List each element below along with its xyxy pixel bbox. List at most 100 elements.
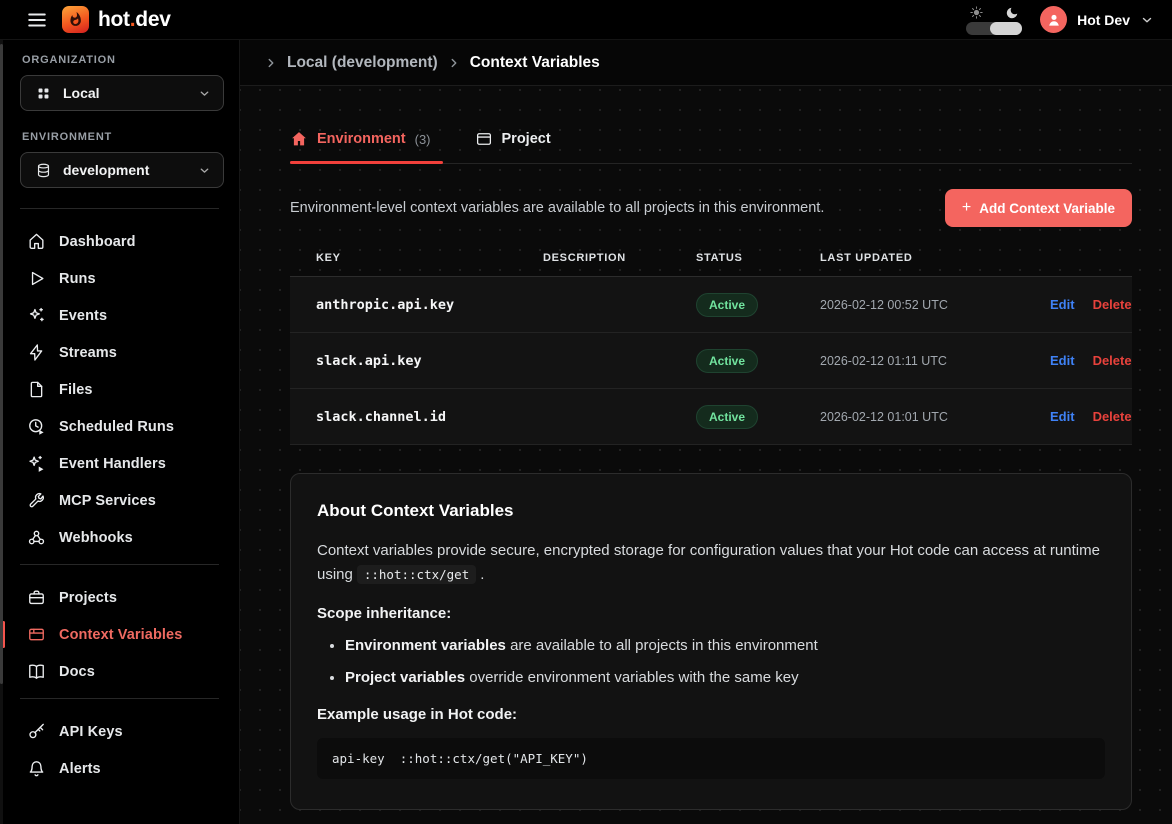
code-block: api-key ::hot::ctx/get("API_KEY") [317,738,1105,779]
sidebar-item-streams[interactable]: Streams [0,334,239,371]
sidebar-item-api-keys[interactable]: API Keys [0,713,239,750]
window-icon [475,130,493,148]
plus-icon: + [962,199,971,217]
variable-key: slack.channel.id [316,409,543,425]
sidebar-item-context-variables[interactable]: Context Variables [0,616,239,653]
last-updated: 2026-02-12 01:01 UTC [820,410,1050,424]
play-icon [27,269,46,288]
sidebar-item-label: MCP Services [59,493,156,509]
sidebar: ORGANIZATION Local ENVIRONMENT developme… [0,40,240,824]
divider [20,208,219,209]
sidebar-item-webhooks[interactable]: Webhooks [0,519,239,556]
organization-select[interactable]: Local [20,75,224,111]
status-badge: Active [696,293,758,317]
scrollbar-thumb[interactable] [0,44,3,684]
brand-name: hot.dev [98,8,171,32]
tab-bar: Environment (3) Project [290,130,1132,164]
inline-code: ::hot::ctx/get [357,565,476,584]
sidebar-item-label: Event Handlers [59,456,166,472]
divider [20,564,219,565]
theme-toggle-thumb[interactable] [990,22,1022,35]
environment-select[interactable]: development [20,152,224,188]
add-context-variable-button[interactable]: + Add Context Variable [945,189,1132,227]
divider [20,698,219,699]
theme-toggle-track[interactable] [966,22,1022,35]
sidebar-item-label: Streams [59,345,117,361]
sidebar-item-alerts[interactable]: Alerts [0,750,239,787]
database-icon [35,162,52,179]
sidebar-item-label: Context Variables [59,627,182,643]
book-icon [27,662,46,681]
about-title: About Context Variables [317,501,1105,521]
sparkles-icon [27,306,46,325]
page-description: Environment-level context variables are … [290,200,824,216]
sidebar-item-events[interactable]: Events [0,297,239,334]
tab-project[interactable]: Project [475,130,551,163]
scope-list: Environment variables are available to a… [345,634,1105,690]
breadcrumb-parent[interactable]: Local (development) [287,54,438,72]
sidebar-item-scheduled-runs[interactable]: Scheduled Runs [0,408,239,445]
sidebar-item-label: Files [59,382,93,398]
sidebar-item-label: Events [59,308,107,324]
scope-inheritance-heading: Scope inheritance: [317,605,1105,622]
key-icon [27,722,46,741]
grid-icon [35,85,52,102]
edit-link[interactable]: Edit [1050,353,1075,368]
sparkles-play-icon [27,454,46,473]
webhook-icon [27,528,46,547]
sidebar-item-projects[interactable]: Projects [0,579,239,616]
brand-logo[interactable]: hot.dev [62,6,171,33]
scrollbar[interactable] [0,40,3,824]
edit-link[interactable]: Edit [1050,297,1075,312]
sidebar-item-label: API Keys [59,724,123,740]
bell-icon [27,759,46,778]
column-header-description: DESCRIPTION [543,252,696,264]
column-header-status: STATUS [696,252,820,264]
chevron-right-icon [447,56,461,70]
sidebar-item-mcp-services[interactable]: MCP Services [0,482,239,519]
clock-play-icon [27,417,46,436]
table-row: anthropic.api.key Active 2026-02-12 00:5… [290,277,1132,333]
hamburger-menu-icon[interactable] [26,9,48,31]
file-icon [27,380,46,399]
about-intro: Context variables provide secure, encryp… [317,539,1105,588]
sidebar-item-label: Runs [59,271,96,287]
list-item: Environment variables are available to a… [345,634,1105,657]
moon-icon [1005,6,1019,20]
sun-icon [970,6,983,19]
chevron-down-icon[interactable] [1140,13,1154,27]
sidebar-item-label: Docs [59,664,95,680]
delete-link[interactable]: Delete [1093,297,1132,312]
sidebar-item-label: Scheduled Runs [59,419,174,435]
delete-link[interactable]: Delete [1093,409,1132,424]
sidebar-item-docs[interactable]: Docs [0,653,239,690]
sidebar-item-dashboard[interactable]: Dashboard [0,223,239,260]
column-header-key: KEY [316,252,543,264]
last-updated: 2026-02-12 01:11 UTC [820,354,1050,368]
tab-environment[interactable]: Environment (3) [290,130,431,163]
status-badge: Active [696,349,758,373]
sidebar-item-runs[interactable]: Runs [0,260,239,297]
flame-logo-icon [62,6,89,33]
chevron-down-icon [198,164,211,177]
home-icon [27,232,46,251]
sidebar-item-label: Dashboard [59,234,136,250]
tab-label: Environment [317,131,406,147]
example-usage-heading: Example usage in Hot code: [317,706,1105,723]
context-variables-table: KEY DESCRIPTION STATUS LAST UPDATED anth… [290,252,1132,445]
last-updated: 2026-02-12 00:52 UTC [820,298,1050,312]
list-item: Project variables override environment v… [345,666,1105,689]
organization-label: ORGANIZATION [22,54,239,66]
sidebar-item-files[interactable]: Files [0,371,239,408]
sidebar-item-event-handlers[interactable]: Event Handlers [0,445,239,482]
home-icon [290,130,308,148]
sidebar-item-label: Alerts [59,761,101,777]
delete-link[interactable]: Delete [1093,353,1132,368]
tab-count: (3) [415,132,431,147]
edit-link[interactable]: Edit [1050,409,1075,424]
user-avatar[interactable] [1040,6,1067,33]
table-row: slack.api.key Active 2026-02-12 01:11 UT… [290,333,1132,389]
variable-key: anthropic.api.key [316,297,543,313]
status-badge: Active [696,405,758,429]
theme-toggle[interactable] [966,5,1022,35]
